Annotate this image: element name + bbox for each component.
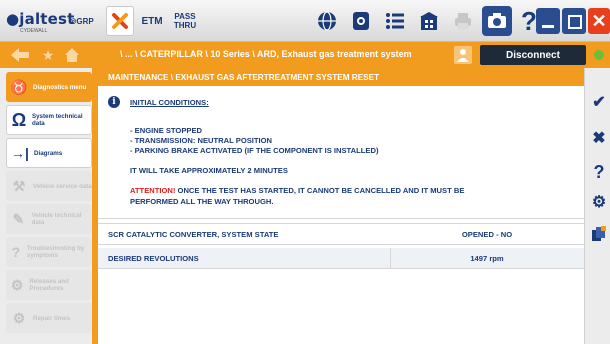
attention-message-cont: PERFORMED ALL THE WAY THROUGH. [130,197,274,206]
list-button[interactable] [380,6,410,36]
close-button[interactable]: ✕ [588,8,610,34]
navigation-bar: ★ \ ... \ CATERPILLAR \ 10 Series \ ARD,… [0,42,610,68]
diagram-arrow-icon: →| [11,145,29,161]
user-button[interactable] [454,46,472,64]
etm-button[interactable]: ETM [138,6,166,36]
help-icon: ? [521,5,537,36]
attention-label: ATTENTION! [130,186,176,195]
camera-icon [488,13,506,28]
building-icon [420,12,438,30]
divider [98,244,584,245]
accept-button[interactable]: ✔ [589,92,609,112]
parameter-value: 1497 rpm [470,254,504,263]
duration-note: IT WILL TAKE APPROXIMATELY 2 MINUTES [130,166,288,175]
minimize-button[interactable] [536,8,560,34]
cancel-icon: ✖ [592,130,606,147]
divider [98,268,584,269]
pass-label: PASS [174,12,196,21]
app-window: ●jaltest CYDEWALL ◎ GRP ETM PASS THRU ? … [0,0,610,344]
maximize-button[interactable] [562,8,586,34]
disconnect-button[interactable]: Disconnect [480,45,586,65]
documents-icon [592,226,606,241]
parameter-name: SCR CATALYTIC CONVERTER, SYSTEM STATE [108,230,279,239]
wrench-icon: ⚒ [12,177,26,194]
print-button[interactable] [448,6,478,36]
sidebar: ♉ Diagnostics menu Ω System technical da… [0,68,96,344]
thru-label: THRU [173,21,197,30]
connection-status-icon [594,50,604,60]
globe-button[interactable] [312,6,342,36]
procedure-icon: ⚙ [10,276,24,293]
sidebar-item-label: Repair times [33,314,71,322]
logo-subtitle: CYDEWALL [20,28,48,34]
home-icon [65,48,79,62]
sidebar-item-label: Vehicle technical data [31,212,82,226]
grp-button[interactable]: ◎ GRP [64,6,100,36]
close-icon: ✕ [591,10,607,31]
question-icon: ? [11,244,21,260]
documents-button[interactable] [589,224,609,244]
cancel-button[interactable]: ✖ [589,128,609,148]
check-icon: ✔ [592,94,606,111]
camera-button[interactable] [482,6,512,36]
back-arrow-icon [11,48,29,62]
list-icon [386,13,404,29]
page-title: MAINTENANCE \ EXHAUST GAS AFTERTREATMENT… [98,68,584,86]
sidebar-item-label: System technical data [31,113,83,127]
gear-screen-icon [353,12,369,30]
top-toolbar: ●jaltest CYDEWALL ◎ GRP ETM PASS THRU ? … [0,0,610,42]
help-side-button[interactable]: ? [589,162,609,182]
sidebar-item-vehicle-technical-data[interactable]: ✎ Vehicle technical data [6,204,92,234]
condition-item: - TRANSMISSION: NEUTRAL POSITION [130,136,273,145]
person-icon [457,49,469,62]
home-button[interactable] [62,46,82,64]
settings-icon: ⚙ [591,194,607,211]
attention-message: ATTENTION! ONCE THE TEST HAS STARTED, IT… [130,186,464,195]
sidebar-item-vehicle-service-data[interactable]: ⚒ Vehicle service data [6,171,92,201]
parameter-name: DESIRED REVOLUTIONS [108,254,199,263]
attention-text: ONCE THE TEST HAS STARTED, IT CANNOT BE … [175,186,465,195]
main-panel: MAINTENANCE \ EXHAUST GAS AFTERTREATMENT… [98,68,584,344]
favorites-button[interactable]: ★ [38,46,58,64]
ecu-button[interactable] [346,6,376,36]
breadcrumb: \ ... \ CATERPILLAR \ 10 Series \ ARD, E… [120,49,412,59]
back-button[interactable] [8,46,32,64]
sidebar-item-troubleshooting[interactable]: ? Troubleshooting by symptoms [6,237,92,267]
sidebar-item-label: Diagnostics menu [33,83,87,91]
condition-item: - PARKING BRAKE ACTIVATED (IF THE COMPON… [130,146,379,155]
workshop-button[interactable] [414,6,444,36]
star-icon: ★ [41,46,55,63]
sidebar-item-label: Diagrams [34,149,63,157]
tools-icon [112,13,128,29]
right-toolbar: ✔ ✖ ? ⚙ [584,68,610,344]
sidebar-item-label: Vehicle service data [33,182,92,190]
sidebar-item-label: Troubleshooting by symptoms [26,245,85,259]
sidebar-item-system-technical-data[interactable]: Ω System technical data [6,105,92,135]
parameter-value: OPENED - NO [461,230,513,239]
sidebar-item-label: Releases and Procedures [29,278,69,292]
divider [98,218,584,219]
tools-icon: ✎ [12,210,25,227]
sidebar-item-repair-times[interactable]: ⚙ Repair times [6,303,92,333]
diagnostics-icon: ♉ [10,78,28,95]
globe-icon [318,11,336,31]
sidebar-item-releases-procedures[interactable]: ⚙ Releases and Procedures [6,270,92,300]
info-icon: i [108,96,120,108]
pass-thru-button[interactable]: PASS THRU [170,6,200,36]
table-row: SCR CATALYTIC CONVERTER, SYSTEM STATE OP… [98,224,584,244]
help-icon: ? [593,161,605,182]
table-row: DESIRED REVOLUTIONS 1497 rpm [98,248,584,268]
printer-icon [455,13,471,29]
condition-item: - ENGINE STOPPED [130,126,203,135]
omega-icon: Ω [11,109,27,130]
sidebar-item-diagnostics-menu[interactable]: ♉ Diagnostics menu [6,72,92,102]
repair-icon: ⚙ [12,309,26,326]
sidebar-item-diagrams[interactable]: →| Diagrams [6,138,92,168]
conditions-heading: INITIAL CONDITIONS: [130,98,209,107]
tools-button[interactable] [106,6,134,36]
settings-button[interactable]: ⚙ [589,192,609,212]
